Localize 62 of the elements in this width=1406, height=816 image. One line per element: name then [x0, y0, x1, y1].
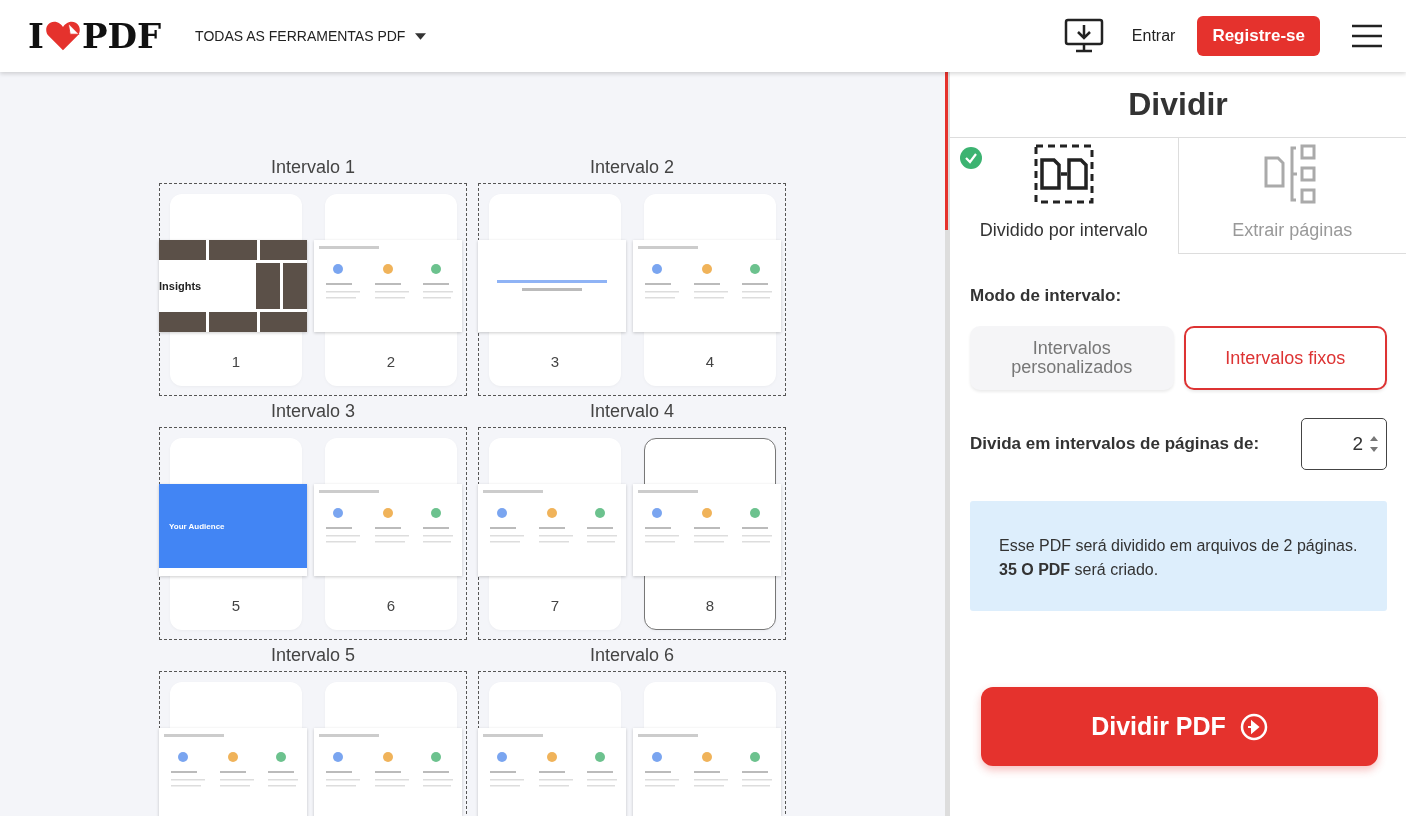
- page-card[interactable]: 8: [633, 438, 781, 630]
- info-text: 35 O PDF será criado.: [999, 560, 1160, 580]
- caret-icon: [415, 32, 427, 40]
- info-text: Esse PDF será dividido em arquivos de 2 páginas.: [999, 536, 1358, 556]
- slide-heading-drawing: [483, 490, 543, 493]
- interval-label: Intervalo 3: [269, 400, 357, 423]
- page-card[interactable]: Insights 1: [159, 194, 307, 386]
- slide-heading-drawing: [638, 246, 698, 249]
- menu-icon[interactable]: [1352, 24, 1382, 48]
- login-link[interactable]: Entrar: [1131, 27, 1176, 45]
- slide-heading-drawing: [319, 734, 379, 737]
- photo-placeholder: [259, 312, 307, 332]
- slide-title: Your Audience: [169, 521, 225, 531]
- slide-heading-drawing: [319, 490, 379, 493]
- photo-placeholder: [159, 240, 207, 260]
- desktop-download-icon[interactable]: [1063, 18, 1104, 54]
- interval-label: Intervalo 5: [269, 644, 357, 667]
- logo-text[interactable]: PDF: [81, 16, 162, 56]
- page-card[interactable]: Your Audience 5: [159, 438, 307, 630]
- photo-placeholder: [159, 312, 207, 332]
- interval-label: Intervalo 2: [588, 156, 676, 179]
- slide-heading-drawing: [638, 490, 698, 493]
- page-card[interactable]: 7: [478, 438, 626, 630]
- page-number: 2: [386, 352, 396, 370]
- tools-menu[interactable]: TODAS AS FERRAMENTAS PDF: [195, 28, 427, 44]
- page-card[interactable]: 4: [633, 194, 781, 386]
- interval-label: Intervalo 4: [588, 400, 676, 423]
- interval-label: Intervalo 1: [269, 156, 357, 179]
- interval-label: Intervalo 6: [588, 644, 676, 667]
- photo-placeholder: [209, 312, 257, 332]
- logo-text[interactable]: I: [28, 16, 44, 56]
- interval-mode-button[interactable]: Intervalos fixos: [1183, 326, 1387, 390]
- arrow-circle-icon: [1239, 712, 1268, 741]
- photo-placeholder: [283, 263, 307, 309]
- page-number: 4: [705, 352, 715, 370]
- split-pdf-button[interactable]: Dividir PDF: [981, 687, 1378, 766]
- page-number: 7: [550, 596, 560, 614]
- page-number: 3: [550, 352, 560, 370]
- page-card[interactable]: 6: [314, 438, 462, 630]
- page-number: 1: [231, 352, 241, 370]
- photo-placeholder: [256, 263, 280, 309]
- slide-heading-drawing: [164, 734, 224, 737]
- slide-title: Insights: [159, 280, 203, 292]
- page-card[interactable]: 2: [314, 194, 462, 386]
- page-card[interactable]: 3: [478, 194, 626, 386]
- register-button[interactable]: Registre-se: [1197, 16, 1320, 56]
- slide-heading-drawing: [319, 246, 379, 249]
- split-pages-icon: [1033, 144, 1094, 204]
- check-icon: [960, 147, 982, 169]
- page-number: 5: [231, 596, 241, 614]
- page-count-field[interactable]: 2: [1301, 418, 1387, 470]
- photo-placeholder: [209, 240, 257, 260]
- mode-label: Modo de intervalo:: [970, 286, 1123, 306]
- scrollbar-thumb[interactable]: [945, 72, 948, 230]
- slide-heading-drawing: [483, 734, 543, 737]
- slide-heading-drawing: [638, 734, 698, 737]
- heart-logo-icon[interactable]: [44, 20, 81, 52]
- page-number: 6: [386, 596, 396, 614]
- photo-placeholder: [259, 240, 307, 260]
- page-number: 8: [705, 596, 715, 614]
- interval-mode-button[interactable]: Intervalos personalizados: [970, 326, 1174, 390]
- interval-size-label: Divida em intervalos de páginas de:: [970, 434, 1260, 454]
